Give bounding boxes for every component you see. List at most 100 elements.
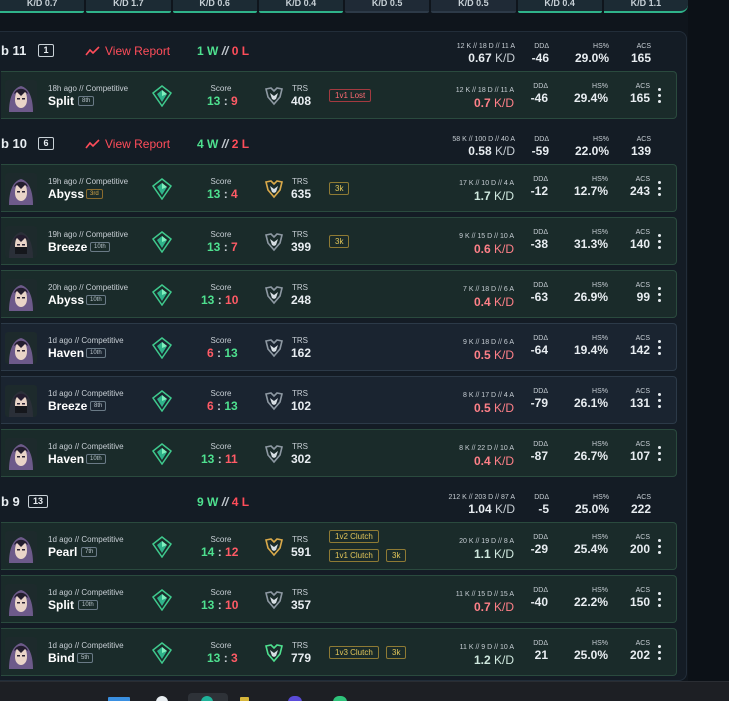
- hs-value: 29.0%: [574, 51, 609, 65]
- highlight-tag: 3k: [329, 182, 350, 195]
- dda-label: DDΔ: [533, 176, 548, 183]
- match-card[interactable]: 1d ago // Competitive Pearl 7th Score 14 : 1…: [1, 522, 677, 570]
- match-options-icon[interactable]: [656, 393, 662, 409]
- app-icon[interactable]: [240, 697, 249, 701]
- match-placement-badge: 10th: [86, 454, 106, 464]
- team-score: 6: [207, 399, 214, 413]
- highlight-tag: 1v2 Clutch: [329, 530, 379, 543]
- match-placement-badge: 3rd: [86, 189, 103, 199]
- match-card[interactable]: 1d ago // Competitive Haven 10th Score 13 : …: [1, 429, 677, 477]
- match-map: Haven: [48, 452, 85, 466]
- match-options-icon[interactable]: [656, 592, 662, 608]
- trs-value: 357: [291, 598, 312, 612]
- match-options-icon[interactable]: [656, 181, 662, 197]
- match-options-icon[interactable]: [656, 645, 662, 661]
- match-map: Split: [48, 94, 74, 108]
- rank-icon: [151, 536, 173, 559]
- match-card[interactable]: 1d ago // Competitive Split 10th Score 13 : …: [1, 575, 677, 623]
- score-label: Score: [210, 641, 232, 650]
- trs-rating-icon: [263, 390, 285, 412]
- app-icon[interactable]: [333, 696, 347, 701]
- app-icon[interactable]: [201, 696, 213, 701]
- match-card[interactable]: 1d ago // Competitive Haven 10th Score 6 : 1…: [1, 323, 677, 371]
- acs-label: ACS: [635, 83, 650, 90]
- match-dda: DDΔ -29: [531, 533, 548, 556]
- hs-value: 22.2%: [573, 595, 608, 609]
- dda-label: DDΔ: [534, 494, 549, 501]
- hs-value: 12.7%: [573, 184, 608, 198]
- period-tab[interactable]: K/D 0.6: [172, 0, 257, 13]
- app-icon[interactable]: [288, 696, 302, 701]
- trs-value: 102: [291, 399, 312, 413]
- match-time-mode: 19h ago // Competitive: [48, 177, 129, 186]
- trend-icon: [85, 138, 100, 148]
- search-icon[interactable]: [156, 696, 168, 701]
- dda-value: -64: [530, 343, 548, 357]
- match-options-icon[interactable]: [656, 287, 662, 303]
- team-score: 13: [201, 293, 215, 307]
- dda-value: -38: [530, 237, 548, 251]
- view-report-link[interactable]: View Report: [85, 137, 170, 151]
- match-options-icon[interactable]: [656, 539, 662, 555]
- period-tab[interactable]: K/D 1.1: [603, 0, 688, 13]
- match-card[interactable]: 19h ago // Competitive Abyss 3rd Score 13 : …: [1, 164, 677, 212]
- acs-label: ACS: [635, 441, 650, 448]
- match-hs: HS% 26.7%: [574, 440, 608, 463]
- trs-rating-icon: [263, 284, 285, 306]
- highlight-tag: 1v3 Clutch: [329, 646, 379, 659]
- match-card[interactable]: 1d ago // Competitive Bind 5th Score 13 : 3 T…: [1, 628, 677, 676]
- match-map: Haven: [48, 346, 85, 360]
- match-card[interactable]: 19h ago // Competitive Breeze 10th Score 13 …: [1, 217, 677, 265]
- period-tab[interactable]: K/D 0.7: [0, 0, 85, 13]
- score-separator: :: [217, 346, 222, 360]
- hs-label: HS%: [593, 136, 609, 143]
- view-report-label: View Report: [105, 137, 171, 151]
- period-tab[interactable]: K/D 0.5: [431, 0, 516, 13]
- hs-label: HS%: [592, 229, 608, 236]
- match-options-icon[interactable]: [656, 234, 662, 250]
- view-report-link[interactable]: View Report: [85, 44, 170, 58]
- period-tab[interactable]: K/D 1.7: [86, 0, 171, 13]
- dda-value: -5: [538, 502, 549, 516]
- trs-value: 302: [291, 452, 312, 466]
- hs-label: HS%: [592, 534, 608, 541]
- match-card[interactable]: 18h ago // Competitive Split 8th Score 13 : …: [1, 71, 677, 119]
- session-header: b 10 6 View Report 4 W // 2 L 58 K // 100 D …: [1, 125, 686, 165]
- match-options-icon[interactable]: [656, 446, 662, 462]
- period-tab[interactable]: K/D 0.5: [345, 0, 430, 13]
- session-losses: 4 L: [231, 495, 250, 509]
- hs-label: HS%: [592, 83, 608, 90]
- match-options-icon[interactable]: [656, 340, 662, 356]
- match-card[interactable]: 1d ago // Competitive Breeze 8th Score 6 : 1…: [1, 376, 677, 424]
- kd-unit: K/D: [493, 96, 514, 110]
- session-hs: HS% 25.0%: [575, 493, 609, 516]
- match-kd: 1.1 K/D: [474, 547, 514, 561]
- hs-value: 25.0%: [574, 502, 609, 516]
- session-header: b 9 13 9 W // 4 L 212 K // 203 D // 87 A 1.0…: [1, 483, 686, 523]
- match-dda: DDΔ -46: [531, 82, 548, 105]
- acs-value: 107: [629, 449, 650, 463]
- session-header: b 11 1 View Report 1 W // 0 L 12 K // 18 D /…: [1, 32, 686, 72]
- kd-unit: K/D: [493, 348, 514, 362]
- session-record: 4 W // 2 L: [197, 137, 249, 151]
- match-options-icon[interactable]: [656, 88, 662, 104]
- trs-label: TRS: [292, 535, 308, 544]
- acs-label: ACS: [636, 136, 651, 143]
- highlight-tag: 3k: [386, 549, 407, 562]
- hs-value: 25.4%: [573, 542, 608, 556]
- rank-icon: [151, 178, 173, 201]
- kd-unit: K/D: [493, 600, 514, 614]
- trs-label: TRS: [292, 177, 308, 186]
- period-tab[interactable]: K/D 0.4: [258, 0, 343, 13]
- session-kd-value: 0.58: [468, 144, 492, 158]
- match-score: 13 : 11: [201, 452, 238, 466]
- match-card[interactable]: 20h ago // Competitive Abyss 10th Score 13 :…: [1, 270, 677, 318]
- period-tab[interactable]: K/D 0.4: [517, 0, 602, 13]
- session-kd: 1.04 K/D: [468, 502, 515, 516]
- match-hs: HS% 22.2%: [574, 586, 608, 609]
- start-icon[interactable]: [108, 697, 130, 701]
- agent-portrait: [5, 226, 37, 258]
- trs-value: 162: [291, 346, 312, 360]
- hs-label: HS%: [592, 587, 608, 594]
- hs-label: HS%: [592, 388, 608, 395]
